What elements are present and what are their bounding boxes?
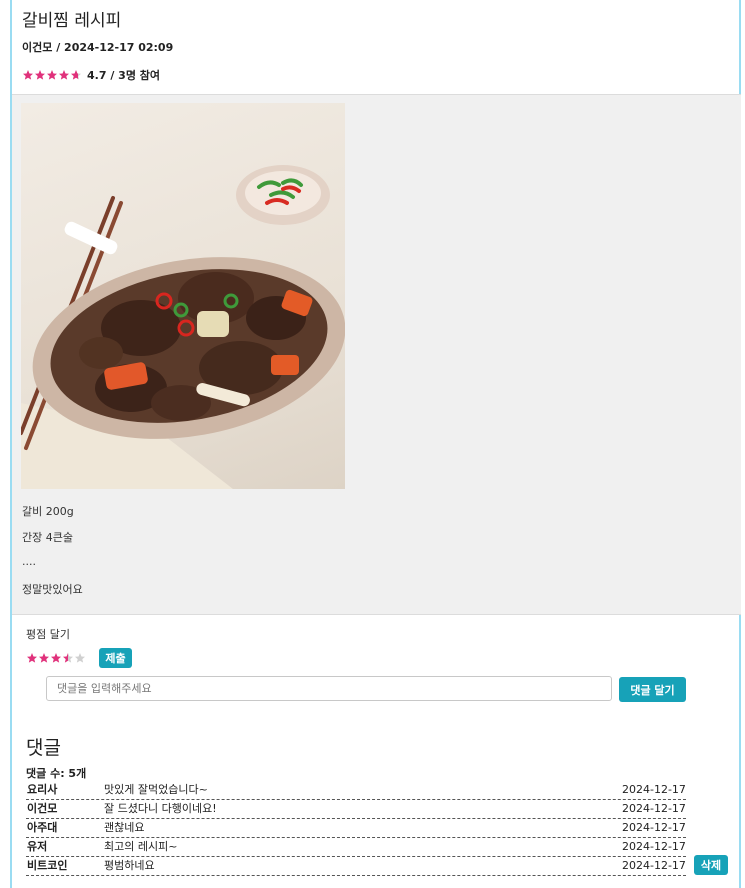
rate-star-picker[interactable] <box>26 652 86 664</box>
star-half-icon[interactable] <box>62 652 74 664</box>
content-line: 갈비 200g <box>22 505 74 518</box>
comment-author: 비트코인 <box>27 859 68 872</box>
comment-text: 맛있게 잘먹었습니다~ <box>104 783 208 796</box>
star-icon <box>35 70 45 80</box>
comment-row: 비트코인 평범하네요 2024-12-17 <box>26 857 686 876</box>
rate-row: 제출 <box>26 648 132 668</box>
comment-author: 아주대 <box>27 821 58 834</box>
rating-submit-button[interactable]: 제출 <box>99 648 132 668</box>
star-icon <box>59 70 69 80</box>
comment-text: 잘 드셨다니 다행이네요! <box>104 802 217 815</box>
content-line: 간장 4큰술 <box>22 531 73 544</box>
comment-count: 댓글 수: 5개 <box>26 767 87 780</box>
comment-author: 이건모 <box>27 802 58 815</box>
galbijjim-image <box>21 165 345 489</box>
post-content: 갈비 200g 간장 4큰술 .... 정말맛있어요 <box>12 94 741 615</box>
comments-title: 댓글 <box>26 737 61 759</box>
post-author-date: 이건모 / 2024-12-17 02:09 <box>22 41 174 54</box>
comment-date: 2024-12-17 <box>622 821 686 834</box>
comment-row: 아주대 괜찮네요 2024-12-17 <box>26 819 686 838</box>
comment-row: 요리사 맛있게 잘먹었습니다~ 2024-12-17 <box>26 781 686 800</box>
comment-text: 평범하네요 <box>104 859 155 872</box>
star-icon <box>23 70 33 80</box>
post-rating: 4.7 / 3명 참여 <box>22 67 173 83</box>
comment-date: 2024-12-17 <box>622 783 686 796</box>
comment-date: 2024-12-17 <box>622 859 686 872</box>
comment-text: 괜찮네요 <box>104 821 145 834</box>
rating-text: 4.7 / 3명 참여 <box>87 69 161 82</box>
comment-row: 이건모 잘 드셨다니 다행이네요! 2024-12-17 <box>26 800 686 819</box>
post-title: 갈비찜 레시피 <box>22 11 122 31</box>
star-icon[interactable] <box>26 652 38 664</box>
comment-date: 2024-12-17 <box>622 840 686 853</box>
star-icon[interactable] <box>50 652 62 664</box>
comment-list: 요리사 맛있게 잘먹었습니다~ 2024-12-17 이건모 잘 드셨다니 다행… <box>26 781 686 876</box>
comment-author: 요리사 <box>27 783 58 796</box>
rate-label: 평점 달기 <box>26 628 70 641</box>
content-line: .... <box>22 555 36 568</box>
star-half-icon <box>71 70 81 80</box>
star-icon[interactable] <box>38 652 50 664</box>
star-empty-icon[interactable] <box>74 652 86 664</box>
recipe-photo <box>21 103 345 489</box>
comment-submit-button[interactable]: 댓글 달기 <box>619 677 686 702</box>
comment-input[interactable] <box>46 676 612 701</box>
content-line: 정말맛있어요 <box>22 583 83 596</box>
comment-author: 유저 <box>27 840 48 853</box>
comment-delete-button[interactable]: 삭제 <box>694 855 728 875</box>
star-icon <box>47 70 57 80</box>
rate-section: 평점 달기 제출 <box>26 626 132 668</box>
rating-stars <box>22 69 82 81</box>
post-header: 갈비찜 레시피 이건모 / 2024-12-17 02:09 4.7 / 3명 … <box>22 6 173 83</box>
comment-text: 최고의 레시피~ <box>104 840 178 853</box>
comment-date: 2024-12-17 <box>622 802 686 815</box>
comment-row: 유저 최고의 레시피~ 2024-12-17 <box>26 838 686 857</box>
